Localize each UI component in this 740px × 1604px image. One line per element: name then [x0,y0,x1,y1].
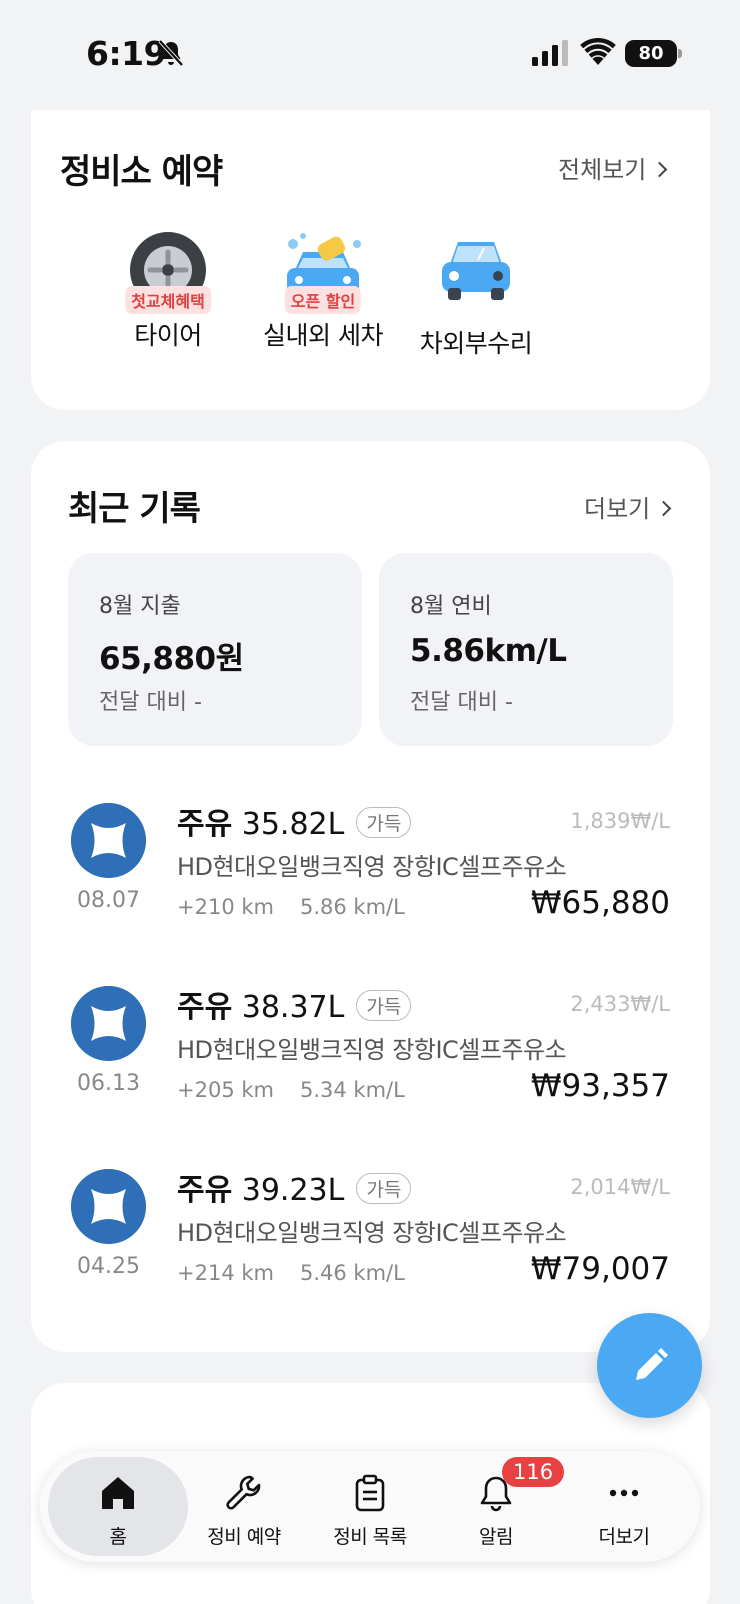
more-icon [609,1489,639,1497]
recent-records-card: 최근 기록 더보기 8월 지출 65,880원 전달 대비 - 8월 연비 5.… [31,441,710,1352]
service-booking-title: 정비소 예약 [60,152,223,192]
station-name: HD현대오일뱅크직영 장항IC셀프주유소 [177,853,567,881]
view-all-link[interactable]: 전체보기 [558,150,668,185]
notification-count-badge: 116 [502,1457,565,1487]
stat-comparison: 전달 대비 - [99,690,202,715]
stat-value: 5.86km/L [410,633,567,669]
tab-label: 정비 예약 [207,1526,281,1548]
record-date: 04.25 [77,1254,140,1279]
unit-price: 2,433₩/L [570,992,670,1016]
record-date: 06.13 [77,1071,140,1096]
station-name: HD현대오일뱅크직영 장항IC셀프주유소 [177,1036,567,1064]
record-title: 주유 39.23L 가득 [177,1165,412,1209]
record-liters: 38.37L [241,990,345,1025]
unit-price: 2,014₩/L [570,1175,670,1199]
record-efficiency: 5.86 km/L [299,895,405,919]
stat-label: 8월 지출 [99,594,181,619]
stat-label: 8월 연비 [410,594,492,619]
status-bar: 6:19 80 [0,0,740,110]
wrench-icon [226,1475,261,1510]
record-title: 주유 35.82L 가득 [177,799,412,843]
tab-label: 홈 [109,1526,127,1548]
tab-notifications[interactable]: 116 알림 [432,1451,565,1562]
car-icon [442,242,510,300]
record-efficiency: 5.46 km/L [299,1261,405,1285]
status-time: 6:19 [86,34,167,73]
chevron-right-icon [655,500,672,517]
stat-comparison: 전달 대비 - [410,690,513,715]
tab-more[interactable]: 더보기 [560,1451,688,1562]
cellular-signal-icon [532,40,568,66]
record-total: ₩79,007 [530,1251,670,1287]
clipboard-icon [355,1474,385,1512]
pencil-icon [636,1348,668,1380]
stat-value: 65,880원 [99,641,244,677]
bottom-tab-bar: 홈 정비 예약 정비 목록 116 알림 더보기 [40,1451,700,1562]
record-distance: +210 km [177,895,274,919]
view-all-label: 전체보기 [558,156,647,184]
tab-label: 정비 목록 [333,1526,407,1548]
station-logo-icon [71,1169,146,1244]
more-link[interactable]: 더보기 [584,489,672,524]
service-label: 실내외 세차 [263,321,383,350]
recent-records-title: 최근 기록 [68,489,201,529]
full-tank-tag: 가득 [356,990,412,1021]
wifi-icon [580,38,616,65]
full-tank-tag: 가득 [356,1173,412,1204]
record-total: ₩93,357 [530,1068,670,1104]
service-item-tire[interactable]: 첫교체혜택 타이어 [93,230,243,352]
service-badge: 오픈 할인 [284,286,362,314]
station-logo-icon [71,986,146,1061]
service-label: 타이어 [134,321,202,350]
record-type: 주유 [177,990,233,1025]
record-liters: 39.23L [241,1173,345,1208]
record-liters: 35.82L [241,807,345,842]
full-tank-tag: 가득 [356,807,412,838]
record-meta: +210 km 5.86 km/L [177,895,405,919]
home-icon [102,1477,134,1509]
battery-tip [678,49,682,58]
service-item-exterior-repair[interactable]: 차외부수리 [401,230,551,360]
unit-price: 1,839₩/L [570,809,670,833]
battery-indicator: 80 [625,40,677,67]
record-meta: +214 km 5.46 km/L [177,1261,405,1285]
service-booking-card: 정비소 예약 전체보기 첫교체혜택 타이어 오픈 할인 실내외 세차 차외부수리 [31,110,710,410]
tab-service-list[interactable]: 정비 목록 [306,1451,434,1562]
record-date: 08.07 [77,888,140,913]
tab-service-booking[interactable]: 정비 예약 [180,1451,308,1562]
fuel-record-row[interactable]: 08.07 주유 35.82L 가득 1,839₩/L HD현대오일뱅크직영 장항… [31,803,710,953]
service-label: 차외부수리 [419,329,533,358]
service-badge: 첫교체혜택 [125,286,211,314]
service-item-car-wash[interactable]: 오픈 할인 실내외 세차 [248,230,398,352]
record-distance: +205 km [177,1078,274,1102]
record-meta: +205 km 5.34 km/L [177,1078,405,1102]
station-logo-icon [71,803,146,878]
fuel-record-row[interactable]: 04.25 주유 39.23L 가득 2,014₩/L HD현대오일뱅크직영 장항… [31,1169,710,1319]
fuel-record-row[interactable]: 06.13 주유 38.37L 가득 2,433₩/L HD현대오일뱅크직영 장항… [31,986,710,1136]
bell-off-icon [158,39,184,67]
tab-label: 알림 [479,1526,513,1548]
record-efficiency: 5.34 km/L [299,1078,405,1102]
station-name: HD현대오일뱅크직영 장항IC셀프주유소 [177,1219,567,1247]
record-distance: +214 km [177,1261,274,1285]
more-label: 더보기 [584,495,651,523]
record-total: ₩65,880 [530,885,670,921]
tab-home[interactable]: 홈 [40,1451,196,1562]
record-type: 주유 [177,807,233,842]
record-title: 주유 38.37L 가득 [177,982,412,1026]
tab-label: 더보기 [598,1526,650,1548]
record-type: 주유 [177,1173,233,1208]
monthly-efficiency-box[interactable]: 8월 연비 5.86km/L 전달 대비 - [379,553,673,746]
monthly-expense-box[interactable]: 8월 지출 65,880원 전달 대비 - [68,553,362,746]
add-record-button[interactable] [597,1313,702,1418]
chevron-right-icon [652,161,668,178]
